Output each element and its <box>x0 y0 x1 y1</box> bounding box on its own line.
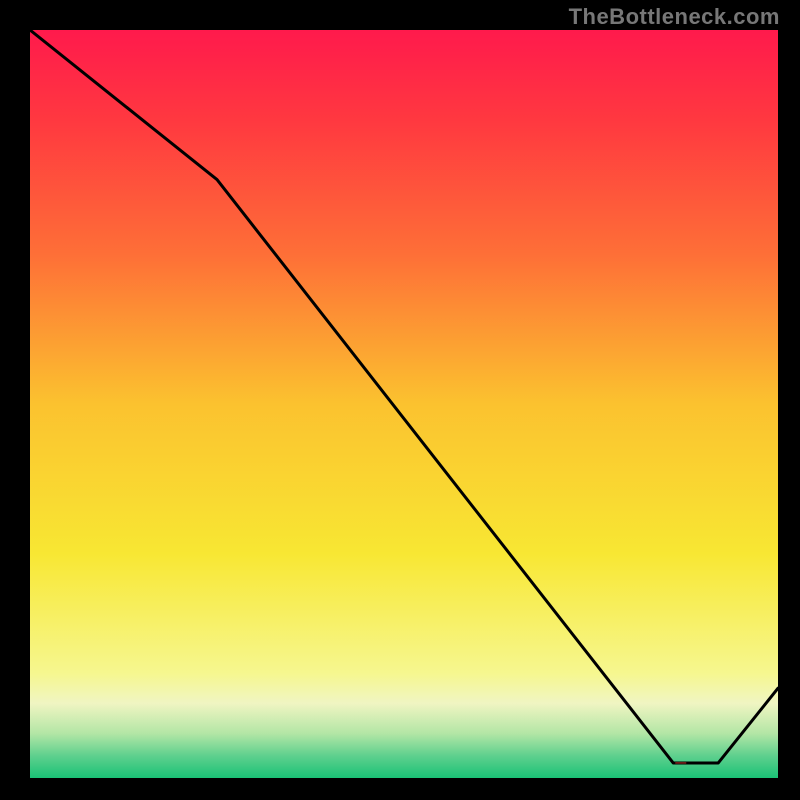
chart-svg <box>30 30 778 778</box>
plot-area: — <box>30 30 778 778</box>
annotation-area: — <box>621 757 741 769</box>
chart-frame: TheBottleneck.com — <box>0 0 800 800</box>
watermark-text: TheBottleneck.com <box>569 4 780 30</box>
annotation-label: — <box>675 757 686 769</box>
gradient-background <box>30 30 778 778</box>
